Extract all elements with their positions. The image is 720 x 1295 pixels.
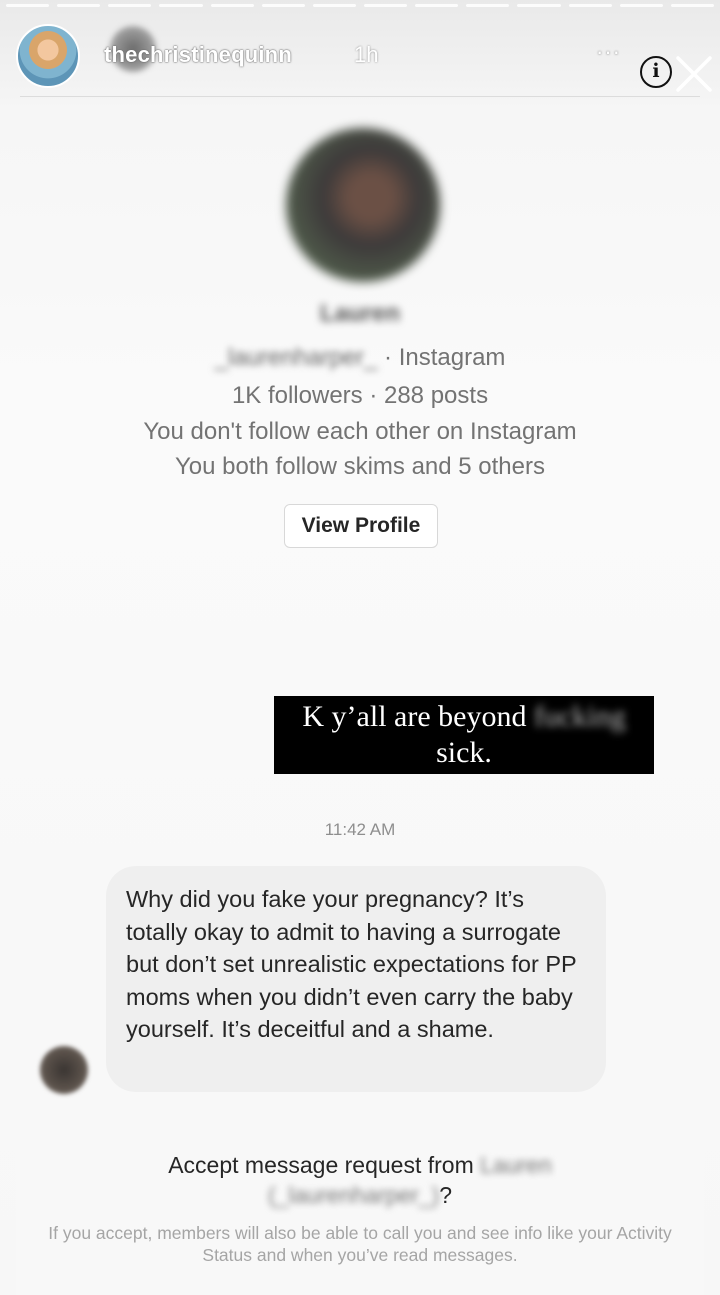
progress-segment [466, 4, 510, 7]
progress-segment [6, 4, 50, 7]
profile-handle-line: _laurenharper_ · Instagram [0, 344, 720, 372]
poster-avatar[interactable] [16, 24, 80, 88]
sent-quote-message: K y’all are beyond fucking sick. [274, 696, 654, 774]
message-request-panel: Accept message request from Lauren (_lau… [16, 1118, 704, 1295]
profile-avatar[interactable] [286, 128, 440, 282]
progress-segment [415, 4, 459, 7]
request-title: Accept message request from Lauren (_lau… [16, 1150, 704, 1210]
profile-platform: · Instagram [384, 344, 506, 371]
message-timestamp: 11:42 AM [324, 820, 396, 839]
story-header: thechristinequinn 1h ··· i [0, 20, 720, 92]
profile-follow-status: You don't follow each other on Instagram [143, 418, 577, 445]
more-options-icon[interactable]: ··· [596, 41, 621, 63]
story-progress-bar [6, 4, 714, 8]
progress-segment [159, 4, 203, 7]
request-title-suffix: ? [439, 1182, 453, 1208]
progress-segment [261, 4, 305, 7]
sender-avatar[interactable] [40, 1046, 88, 1094]
info-icon[interactable]: i [640, 56, 672, 88]
progress-segment [517, 4, 561, 7]
profile-mutuals: You both follow skims and 5 others [175, 453, 545, 480]
progress-segment [312, 4, 356, 7]
received-message-bubble: Why did you fake your pregnancy? It’s to… [106, 866, 606, 1092]
close-icon[interactable] [672, 52, 716, 96]
progress-segment [619, 4, 663, 7]
request-title-text: Accept message request from [168, 1152, 481, 1178]
story-frame: thechristinequinn 1h ··· i Lauren _laure… [0, 0, 720, 1295]
post-time: 1h [354, 42, 379, 67]
request-sender-name: Lauren [480, 1152, 552, 1178]
sent-quote-text: K y’all are beyond [302, 700, 534, 733]
request-note: If you accept, members will also be able… [48, 1223, 672, 1265]
progress-segment [108, 4, 152, 7]
progress-segment [363, 4, 408, 7]
profile-name: Lauren [319, 300, 400, 327]
progress-segment [568, 4, 612, 7]
poster-username[interactable]: thechristinequinn [104, 42, 292, 68]
progress-segment [670, 4, 714, 7]
request-sender-handle: (_laurenharper_) [267, 1182, 440, 1208]
header-divider [20, 96, 700, 97]
sent-quote-text-end: sick. [436, 736, 492, 769]
progress-segment [57, 4, 101, 7]
view-profile-button[interactable]: View Profile [284, 504, 438, 548]
sent-quote-censored-word: fucking [533, 700, 626, 733]
profile-stats: 1K followers · 288 posts [231, 382, 489, 409]
progress-segment [210, 4, 254, 7]
profile-handle: _laurenharper_ [214, 344, 378, 371]
